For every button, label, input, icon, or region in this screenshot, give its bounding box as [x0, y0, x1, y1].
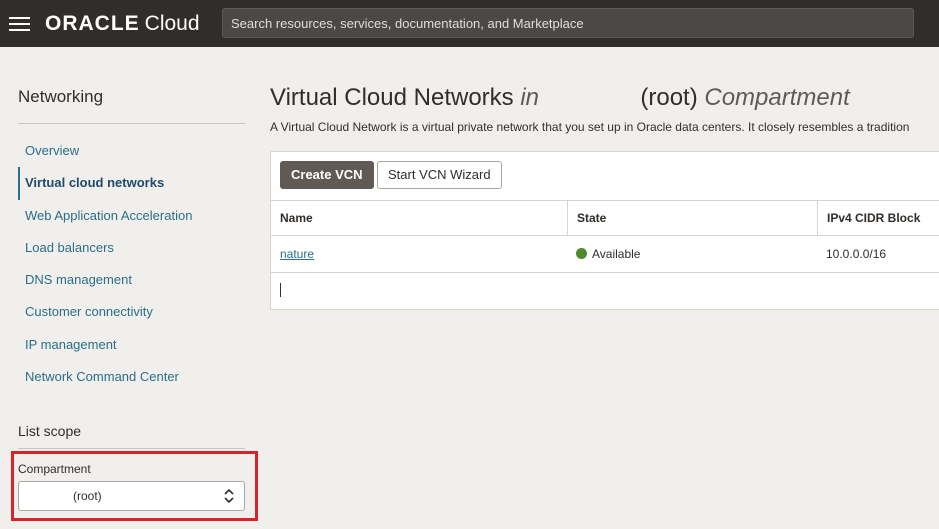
- title-in: in: [520, 84, 540, 111]
- search-input[interactable]: [222, 8, 914, 38]
- title-suffix: Compartment: [704, 84, 850, 111]
- divider: [18, 123, 245, 124]
- sidebar-item-network-command-center[interactable]: Network Command Center: [18, 361, 245, 393]
- vcn-table-panel: Create VCN Start VCN Wizard Name State I…: [270, 151, 939, 310]
- cell-state: Available: [567, 236, 817, 272]
- cell-cidr: 10.0.0.0/16: [826, 247, 887, 261]
- start-vcn-wizard-button[interactable]: Start VCN Wizard: [377, 161, 502, 189]
- status-available-icon: [576, 248, 587, 259]
- sidebar-item-customer-connectivity[interactable]: Customer connectivity: [18, 296, 245, 328]
- sidebar-item-load-balancers[interactable]: Load balancers: [18, 232, 245, 264]
- title-prefix: Virtual Cloud Networks: [270, 84, 514, 111]
- table-row: nature Available 10.0.0.0/16: [271, 236, 939, 273]
- logo-product: Cloud: [144, 11, 200, 35]
- list-scope-title: List scope: [18, 423, 82, 439]
- sidebar-nav: Overview Virtual cloud networks Web Appl…: [18, 135, 245, 393]
- sidebar-item-virtual-cloud-networks[interactable]: Virtual cloud networks: [18, 167, 245, 200]
- cell-name: nature: [271, 236, 567, 272]
- logo-brand: ORACLE: [45, 11, 140, 35]
- sidebar-item-ip-management[interactable]: IP management: [18, 329, 245, 361]
- status-text: Available: [592, 247, 641, 261]
- compartment-value: (root): [73, 489, 102, 503]
- column-header-name[interactable]: Name: [271, 201, 567, 236]
- divider: [18, 448, 245, 449]
- text-cursor: [280, 283, 281, 297]
- column-header-state[interactable]: State: [567, 201, 817, 236]
- compartment-select[interactable]: (root): [18, 481, 245, 511]
- title-compartment: (root): [640, 84, 698, 111]
- sidebar-item-dns-management[interactable]: DNS management: [18, 264, 245, 296]
- oracle-cloud-logo[interactable]: ORACLE Cloud: [45, 12, 200, 36]
- page-description: A Virtual Cloud Network is a virtual pri…: [270, 120, 910, 134]
- chevron-up-down-icon: [224, 488, 234, 504]
- menu-icon[interactable]: [1, 0, 37, 47]
- vcn-link[interactable]: nature: [280, 247, 314, 261]
- sidebar-item-web-application-acceleration[interactable]: Web Application Acceleration: [18, 200, 245, 232]
- table-header: Name State IPv4 CIDR Block: [271, 200, 939, 236]
- page-title: Virtual Cloud Networks in (root) Compart…: [270, 84, 850, 112]
- top-bar: ORACLE Cloud: [0, 0, 939, 47]
- column-header-cidr[interactable]: IPv4 CIDR Block: [817, 201, 939, 236]
- compartment-label: Compartment: [18, 462, 91, 476]
- sidebar-title: Networking: [18, 87, 104, 106]
- sidebar-item-overview[interactable]: Overview: [18, 135, 245, 167]
- create-vcn-button[interactable]: Create VCN: [280, 161, 374, 189]
